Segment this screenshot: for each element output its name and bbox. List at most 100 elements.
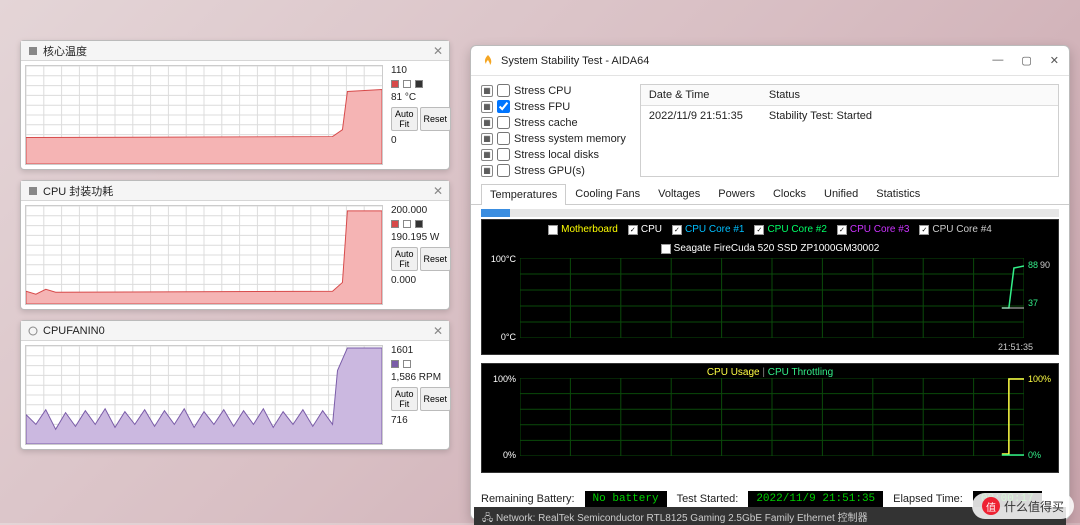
started-label: Test Started: [677,493,739,505]
legend-dots [391,80,445,88]
option-icon: ▦ [481,85,493,97]
close-icon[interactable]: ✕ [433,324,443,338]
checkbox[interactable] [497,164,510,177]
checkbox[interactable] [497,84,510,97]
minimize-icon[interactable]: — [992,54,1003,67]
reset-button[interactable]: Reset [420,107,452,131]
reset-button[interactable]: Reset [420,247,452,271]
autofit-button[interactable]: Auto Fit [391,107,418,131]
close-icon[interactable]: ✕ [433,184,443,198]
aida64-window: System Stability Test - AIDA64 — ▢ ✕ ▦St… [470,45,1070,520]
aida-title: System Stability Test - AIDA64 [501,55,649,67]
min-value: 716 [391,415,445,426]
monitor-title-bar[interactable]: 核心温度 ✕ [21,41,449,61]
option-label: Stress CPU [514,85,571,97]
started-value: 2022/11/9 21:51:35 [748,491,883,507]
tab-voltages[interactable]: Voltages [649,183,709,204]
legend-item[interactable]: ✓CPU [628,224,662,235]
checkbox[interactable] [497,132,510,145]
option-icon: ▦ [481,117,493,129]
legend-label: CPU Core #1 [685,224,744,235]
legend-item[interactable]: ✓CPU Core #2 [754,224,826,235]
stress-option[interactable]: ▦ Stress cache [481,116,626,129]
flame-icon [481,54,495,68]
close-icon[interactable]: ✕ [433,44,443,58]
watermark: 值 什么值得买 [972,493,1074,519]
stress-option[interactable]: ▦ Stress FPU [481,100,626,113]
option-label: Stress GPU(s) [514,165,585,177]
tab-clocks[interactable]: Clocks [764,183,815,204]
checkbox[interactable] [497,116,510,129]
legend-dots [391,220,445,228]
tab-cooling-fans[interactable]: Cooling Fans [566,183,649,204]
y-label-bot: 0% [486,450,516,460]
stress-option[interactable]: ▦ Stress local disks [481,148,626,161]
option-icon: ▦ [481,149,493,161]
legend-item[interactable]: ✓CPU Core #3 [837,224,909,235]
monitor-power-window: CPU 封装功耗 ✕ 200.000 190.195 W Auto Fit Re… [20,180,450,310]
battery-value: No battery [585,491,667,507]
tab-powers[interactable]: Powers [709,183,764,204]
cell-datetime: 2022/11/9 21:51:35 [641,106,761,126]
monitor-temp-window: 核心温度 ✕ 110 81 °C Auto Fit Reset 0 [20,40,450,170]
tab-unified[interactable]: Unified [815,183,867,204]
max-value: 110 [391,65,445,76]
reading-100: 100% [1028,374,1058,384]
checkbox-icon: ✓ [672,225,682,235]
max-value: 1601 [391,345,445,356]
option-icon: ▦ [481,101,493,113]
legend-item[interactable]: Seagate FireCuda 520 SSD ZP1000GM30002 [661,243,880,254]
option-label: Stress local disks [514,149,599,161]
monitor-title-bar[interactable]: CPU 封装功耗 ✕ [21,181,449,201]
legend-dots [391,360,445,368]
checkbox-icon: ✓ [919,225,929,235]
reading-c: 37 [1028,298,1058,308]
option-label: Stress system memory [514,133,626,145]
legend-label: CPU Core #4 [932,224,991,235]
min-value: 0.000 [391,275,445,286]
legend-item[interactable]: ✓CPU Core #1 [672,224,744,235]
option-label: Stress cache [514,117,578,129]
option-icon: ▦ [481,133,493,145]
time-label: 21:51:35 [998,342,1058,352]
monitor-title: CPUFANIN0 [43,325,105,337]
close-icon[interactable]: ✕ [1050,54,1059,67]
fan-chart [25,345,383,445]
reading-0: 0% [1028,450,1058,460]
autofit-button[interactable]: Auto Fit [391,247,418,271]
monitor-title: CPU 封装功耗 [43,183,113,199]
autofit-button[interactable]: Auto Fit [391,387,418,411]
monitor-title-bar[interactable]: CPUFANIN0 ✕ [21,321,449,341]
checkbox[interactable] [497,148,510,161]
tab-temperatures[interactable]: Temperatures [481,184,566,205]
power-chart [25,205,383,305]
tab-statistics[interactable]: Statistics [867,183,929,204]
checkbox-icon: ✓ [628,225,638,235]
cell-status: Stability Test: Started [761,106,880,126]
stress-option[interactable]: ▦ Stress CPU [481,84,626,97]
stress-option[interactable]: ▦ Stress system memory [481,132,626,145]
reset-button[interactable]: Reset [420,387,452,411]
legend-label: CPU Core #2 [767,224,826,235]
monitor-title: 核心温度 [43,43,87,59]
checkbox[interactable] [497,100,510,113]
usage-label-a: CPU Usage [707,367,760,378]
status-table: Date & Time Status 2022/11/9 21:51:35 St… [640,84,1059,177]
stress-options: ▦Stress CPU▦Stress FPU▦Stress cache▦Stre… [481,84,626,177]
y-label-bot: 0°C [486,332,516,342]
legend-label: CPU [641,224,662,235]
option-label: Stress FPU [514,101,570,113]
usage-plot: CPU Usage | CPU Throttling 100% 0% 100% … [481,363,1059,473]
battery-label: Remaining Battery: [481,493,575,505]
aida-titlebar[interactable]: System Stability Test - AIDA64 — ▢ ✕ [471,46,1069,76]
maximize-icon[interactable]: ▢ [1021,54,1031,67]
checkbox-icon [548,225,558,235]
legend-item[interactable]: Motherboard [548,224,618,235]
legend-item[interactable]: ✓CPU Core #4 [919,224,991,235]
legend-label: CPU Core #3 [850,224,909,235]
temperature-plot: Motherboard✓CPU✓CPU Core #1✓CPU Core #2✓… [481,219,1059,355]
table-row: 2022/11/9 21:51:35 Stability Test: Start… [641,106,1058,126]
stress-option[interactable]: ▦Stress GPU(s) [481,164,626,177]
temp-chart [25,65,383,165]
y-label-top: 100% [486,374,516,384]
